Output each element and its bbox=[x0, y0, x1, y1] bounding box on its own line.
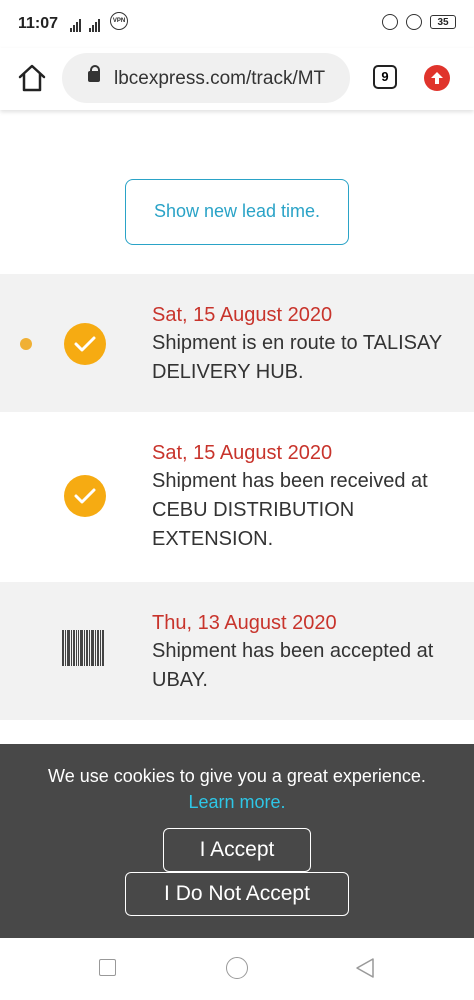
update-button[interactable] bbox=[424, 65, 450, 91]
show-lead-time-button[interactable]: Show new lead time. bbox=[125, 179, 349, 245]
check-icon bbox=[64, 323, 106, 365]
vibrate-icon bbox=[382, 14, 398, 30]
back-button[interactable] bbox=[354, 957, 376, 979]
arrow-up-icon bbox=[431, 72, 443, 84]
cookie-banner: We use cookies to give you a great exper… bbox=[0, 744, 474, 938]
decline-cookies-button[interactable]: I Do Not Accept bbox=[125, 872, 349, 916]
system-nav-bar bbox=[0, 938, 474, 1000]
check-icon bbox=[64, 475, 106, 517]
timeline-row: Sat, 15 August 2020 Shipment has been re… bbox=[0, 412, 474, 582]
cookie-message: We use cookies to give you a great exper… bbox=[48, 766, 426, 786]
timeline-date: Sat, 15 August 2020 bbox=[152, 442, 333, 464]
timeline-description: Shipment has been received at CEBU DISTR… bbox=[152, 470, 428, 550]
status-bar: 11:07 VPN 35 bbox=[0, 0, 474, 48]
status-time: 11:07 bbox=[18, 15, 59, 32]
status-icons: 35 bbox=[382, 14, 456, 30]
battery-icon: 35 bbox=[430, 15, 456, 29]
tabs-button[interactable]: 9 bbox=[373, 65, 397, 89]
home-icon bbox=[18, 64, 46, 92]
timeline-description: Shipment has been accepted at UBAY. bbox=[152, 640, 434, 691]
browser-toolbar: lbcexpress.com/track/MT 9 bbox=[0, 48, 474, 110]
timeline-date: Thu, 13 August 2020 bbox=[152, 612, 337, 634]
timeline-description: Shipment is en route to TALISAY DELIVERY… bbox=[152, 332, 442, 383]
timeline-date: Sat, 15 August 2020 bbox=[152, 304, 333, 326]
learn-more-link[interactable]: Learn more. bbox=[0, 792, 474, 813]
accept-cookies-button[interactable]: I Accept bbox=[163, 828, 311, 872]
vpn-icon: VPN bbox=[110, 12, 128, 30]
current-dot-icon bbox=[20, 338, 32, 350]
recent-apps-button[interactable] bbox=[99, 959, 116, 976]
home-button[interactable] bbox=[16, 62, 48, 94]
lock-icon bbox=[88, 65, 100, 82]
barcode-icon bbox=[62, 630, 110, 670]
home-nav-button[interactable] bbox=[226, 957, 248, 979]
signal-icon bbox=[70, 16, 100, 32]
alarm-icon bbox=[406, 14, 422, 30]
url-bar[interactable]: lbcexpress.com/track/MT bbox=[62, 53, 350, 103]
url-text: lbcexpress.com/track/MT bbox=[114, 68, 326, 89]
timeline-row: Sat, 15 August 2020 Shipment is en route… bbox=[0, 274, 474, 412]
timeline-row: Thu, 13 August 2020 Shipment has been ac… bbox=[0, 582, 474, 720]
